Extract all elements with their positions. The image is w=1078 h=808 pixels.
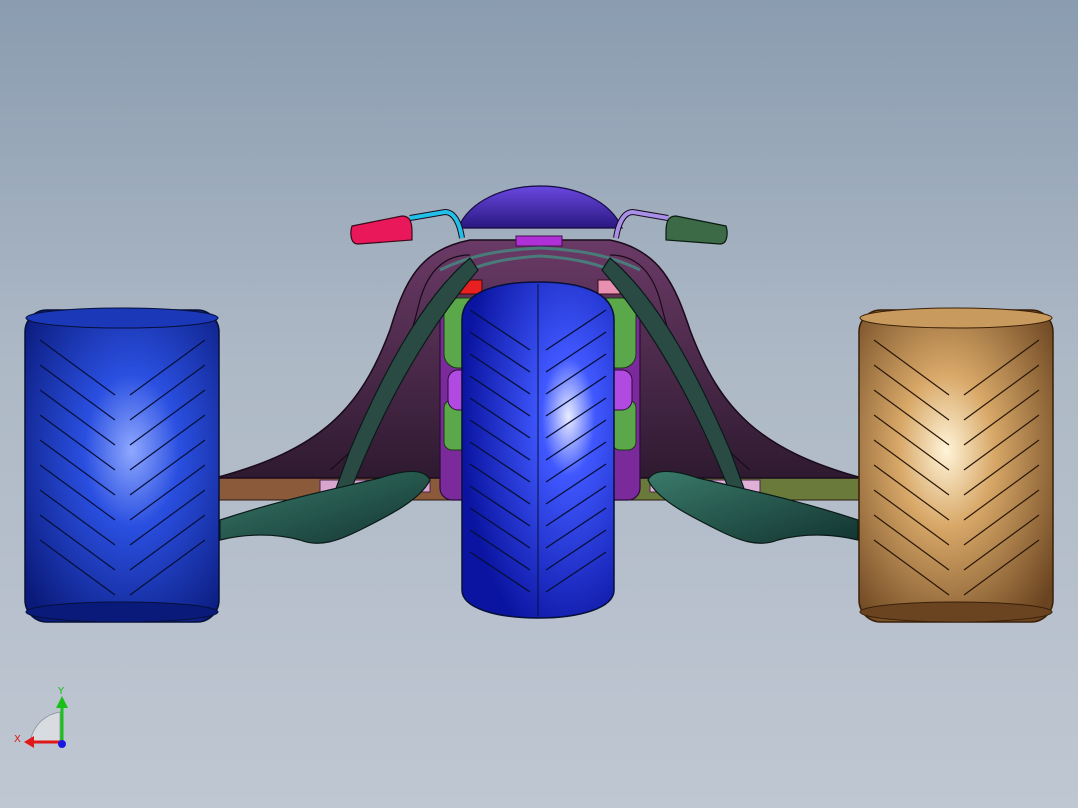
right-mirror [613, 208, 728, 245]
left-mirror [350, 208, 465, 245]
axis-triad: Y X [14, 686, 68, 748]
x-axis-label: X [14, 734, 21, 745]
x-axis-arrow [24, 736, 34, 748]
y-axis-arrow [56, 696, 68, 708]
right-rear-tire [858, 307, 1054, 623]
left-rear-tire [24, 307, 220, 623]
front-tire [461, 281, 615, 619]
fairing-dome [457, 185, 623, 229]
y-axis-label: Y [57, 686, 65, 697]
z-axis-dot [58, 740, 66, 748]
triad-plane [29, 711, 61, 743]
dash-light [515, 235, 563, 247]
cad-viewport[interactable]: Y X [0, 0, 1078, 808]
trike-model[interactable] [0, 0, 1078, 808]
